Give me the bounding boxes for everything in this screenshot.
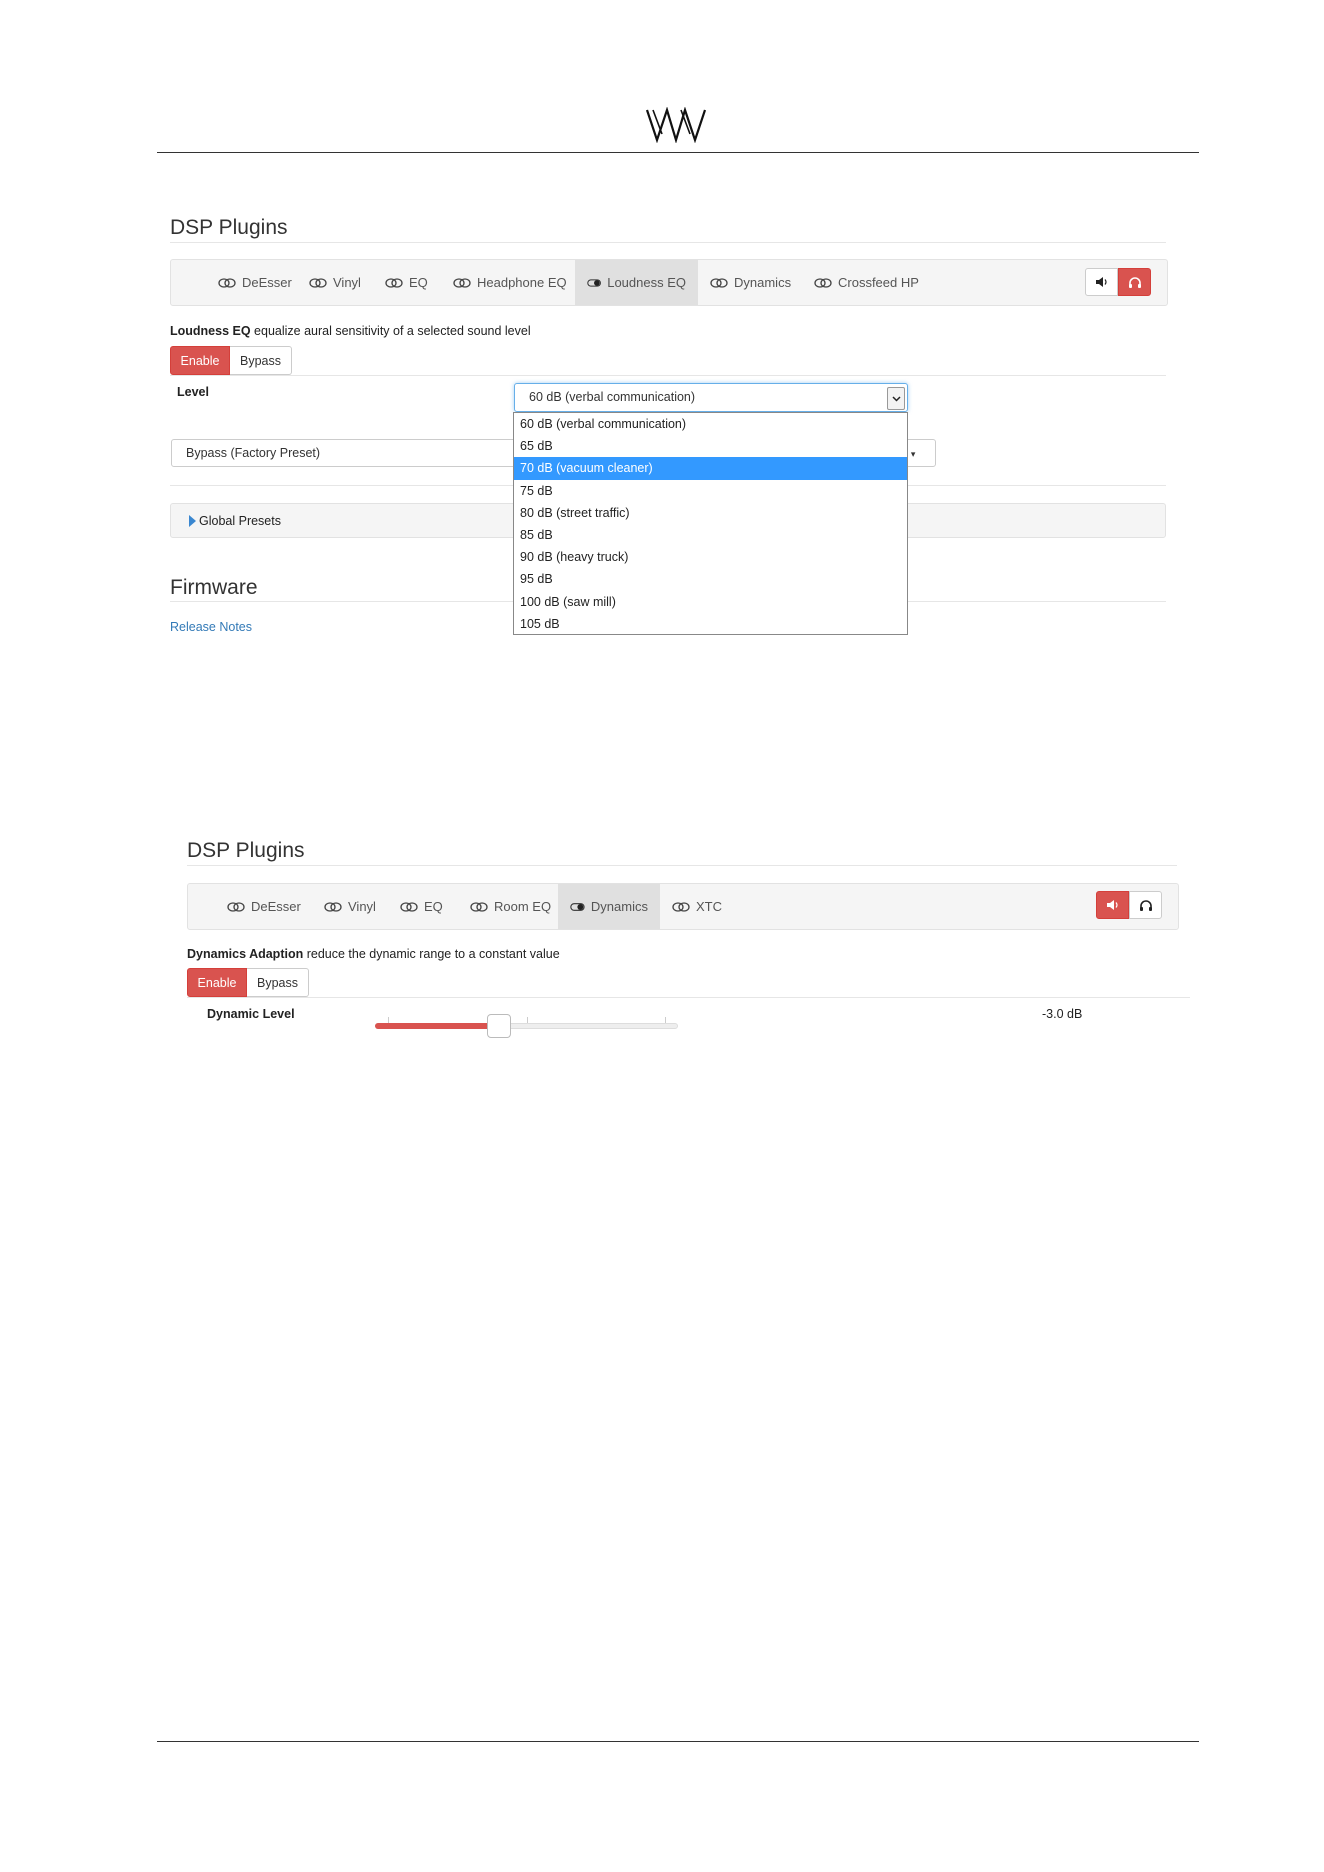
headphone-icon	[1139, 899, 1152, 911]
tab-dynamics[interactable]: Dynamics	[698, 260, 803, 305]
enable-button[interactable]: Enable	[187, 968, 247, 997]
tab-label: Crossfeed HP	[838, 275, 919, 290]
speaker-button[interactable]	[1085, 268, 1118, 296]
level-select[interactable]: 60 dB (verbal communication)	[514, 383, 908, 412]
link-icon	[324, 901, 342, 912]
link-icon	[385, 277, 403, 288]
headphone-button[interactable]	[1118, 268, 1151, 296]
plugin-description: Loudness EQ equalize aural sensitivity o…	[170, 324, 531, 338]
dynamic-level-slider-fill	[375, 1023, 500, 1029]
level-option[interactable]: 65 dB	[514, 435, 907, 457]
section-rule	[170, 242, 1166, 243]
link-icon	[672, 901, 690, 912]
caret-right-icon	[189, 514, 196, 527]
bypass-button[interactable]: Bypass	[230, 346, 292, 375]
tab-label: Vinyl	[348, 899, 376, 914]
tab-eq[interactable]: EQ	[373, 260, 440, 305]
link-icon	[218, 277, 236, 288]
section-title-firmware: Firmware	[170, 576, 258, 599]
dynamic-level-value: -3.0 dB	[1042, 1007, 1083, 1021]
tab-deesser[interactable]: DeEsser	[206, 260, 304, 305]
level-label: Level	[177, 385, 209, 399]
bypass-button[interactable]: Bypass	[247, 968, 309, 997]
tab-dynamics[interactable]: Dynamics	[558, 884, 660, 929]
tab-label: Vinyl	[333, 275, 361, 290]
level-option[interactable]: 75 dB	[514, 480, 907, 502]
link-icon	[814, 277, 832, 288]
level-option[interactable]: 85 dB	[514, 524, 907, 546]
global-presets-label: Global Presets	[199, 513, 281, 528]
tab-loudness-eq[interactable]: Loudness EQ	[575, 260, 698, 305]
tab-label: EQ	[424, 899, 443, 914]
preset-select[interactable]: Bypass (Factory Preset)	[171, 439, 533, 467]
caret-down-icon: ▾	[910, 449, 916, 459]
header-rule	[157, 152, 1199, 153]
tab-label: Dynamics	[590, 899, 648, 914]
brand-logo	[645, 107, 707, 143]
speaker-icon	[1106, 900, 1118, 910]
tab-label: XTC	[696, 899, 722, 914]
headphone-icon	[1128, 276, 1141, 288]
plugin-description-text: reduce the dynamic range to a constant v…	[303, 947, 560, 961]
divider	[187, 997, 1190, 998]
tab-label: EQ	[409, 275, 428, 290]
dynamic-level-slider-handle[interactable]	[487, 1014, 512, 1038]
plugin-tabbar-2: DeEsser Vinyl EQ Room EQ Dynamics XTC	[187, 883, 1179, 930]
tab-room-eq[interactable]: Room EQ	[458, 884, 563, 929]
plugin-tabbar: DeEsser Vinyl EQ Headphone EQ Loudness E…	[170, 259, 1168, 306]
plugin-description: Dynamics Adaption reduce the dynamic ran…	[187, 947, 560, 961]
link-icon	[309, 277, 327, 288]
toggle-icon	[587, 278, 601, 287]
speaker-button[interactable]	[1096, 891, 1129, 919]
tab-label: Dynamics	[734, 275, 792, 290]
tab-label: Room EQ	[494, 899, 552, 914]
tab-label: DeEsser	[242, 275, 292, 290]
plugin-name: Loudness EQ	[170, 324, 251, 338]
headphone-button[interactable]	[1129, 891, 1162, 919]
dynamic-level-label: Dynamic Level	[207, 1007, 295, 1021]
enable-button[interactable]: Enable	[170, 346, 230, 375]
divider	[170, 375, 1166, 376]
link-icon	[470, 901, 488, 912]
tab-xtc[interactable]: XTC	[660, 884, 734, 929]
level-option[interactable]: 105 dB	[514, 613, 907, 635]
link-icon	[227, 901, 245, 912]
level-option[interactable]: 95 dB	[514, 568, 907, 590]
tab-headphone-eq[interactable]: Headphone EQ	[441, 260, 579, 305]
enable-bypass-group: Enable Bypass	[170, 346, 292, 375]
level-option-highlighted[interactable]: 70 dB (vacuum cleaner)	[514, 457, 907, 480]
link-icon	[710, 277, 728, 288]
plugin-name: Dynamics Adaption	[187, 947, 304, 961]
plugin-description-text: equalize aural sensitivity of a selected…	[250, 324, 531, 338]
level-option[interactable]: 100 dB (saw mill)	[514, 591, 907, 613]
release-notes-link[interactable]: Release Notes	[170, 620, 252, 634]
speaker-icon	[1095, 277, 1107, 287]
tab-deesser[interactable]: DeEsser	[215, 884, 313, 929]
footer-rule	[157, 1741, 1199, 1742]
enable-bypass-group: Enable Bypass	[187, 968, 309, 997]
section-rule	[187, 865, 1177, 866]
level-select-value: 60 dB (verbal communication)	[529, 390, 696, 404]
tab-crossfeed-hp[interactable]: Crossfeed HP	[802, 260, 931, 305]
tab-label: Headphone EQ	[477, 275, 567, 290]
toggle-icon	[570, 902, 585, 911]
link-icon	[453, 277, 471, 288]
chevron-down-icon	[887, 387, 905, 410]
level-option[interactable]: 60 dB (verbal communication)	[514, 413, 907, 435]
section-title-dsp: DSP Plugins	[170, 216, 288, 239]
level-dropdown-list: 60 dB (verbal communication) 65 dB 70 dB…	[513, 412, 908, 635]
tab-label: DeEsser	[251, 899, 301, 914]
level-option[interactable]: 80 dB (street traffic)	[514, 502, 907, 524]
link-icon	[400, 901, 418, 912]
section-title-dsp-2: DSP Plugins	[187, 839, 305, 862]
tab-vinyl[interactable]: Vinyl	[297, 260, 373, 305]
level-option[interactable]: 90 dB (heavy truck)	[514, 546, 907, 568]
tab-label: Loudness EQ	[607, 275, 686, 290]
tab-eq[interactable]: EQ	[388, 884, 455, 929]
tab-vinyl[interactable]: Vinyl	[312, 884, 388, 929]
